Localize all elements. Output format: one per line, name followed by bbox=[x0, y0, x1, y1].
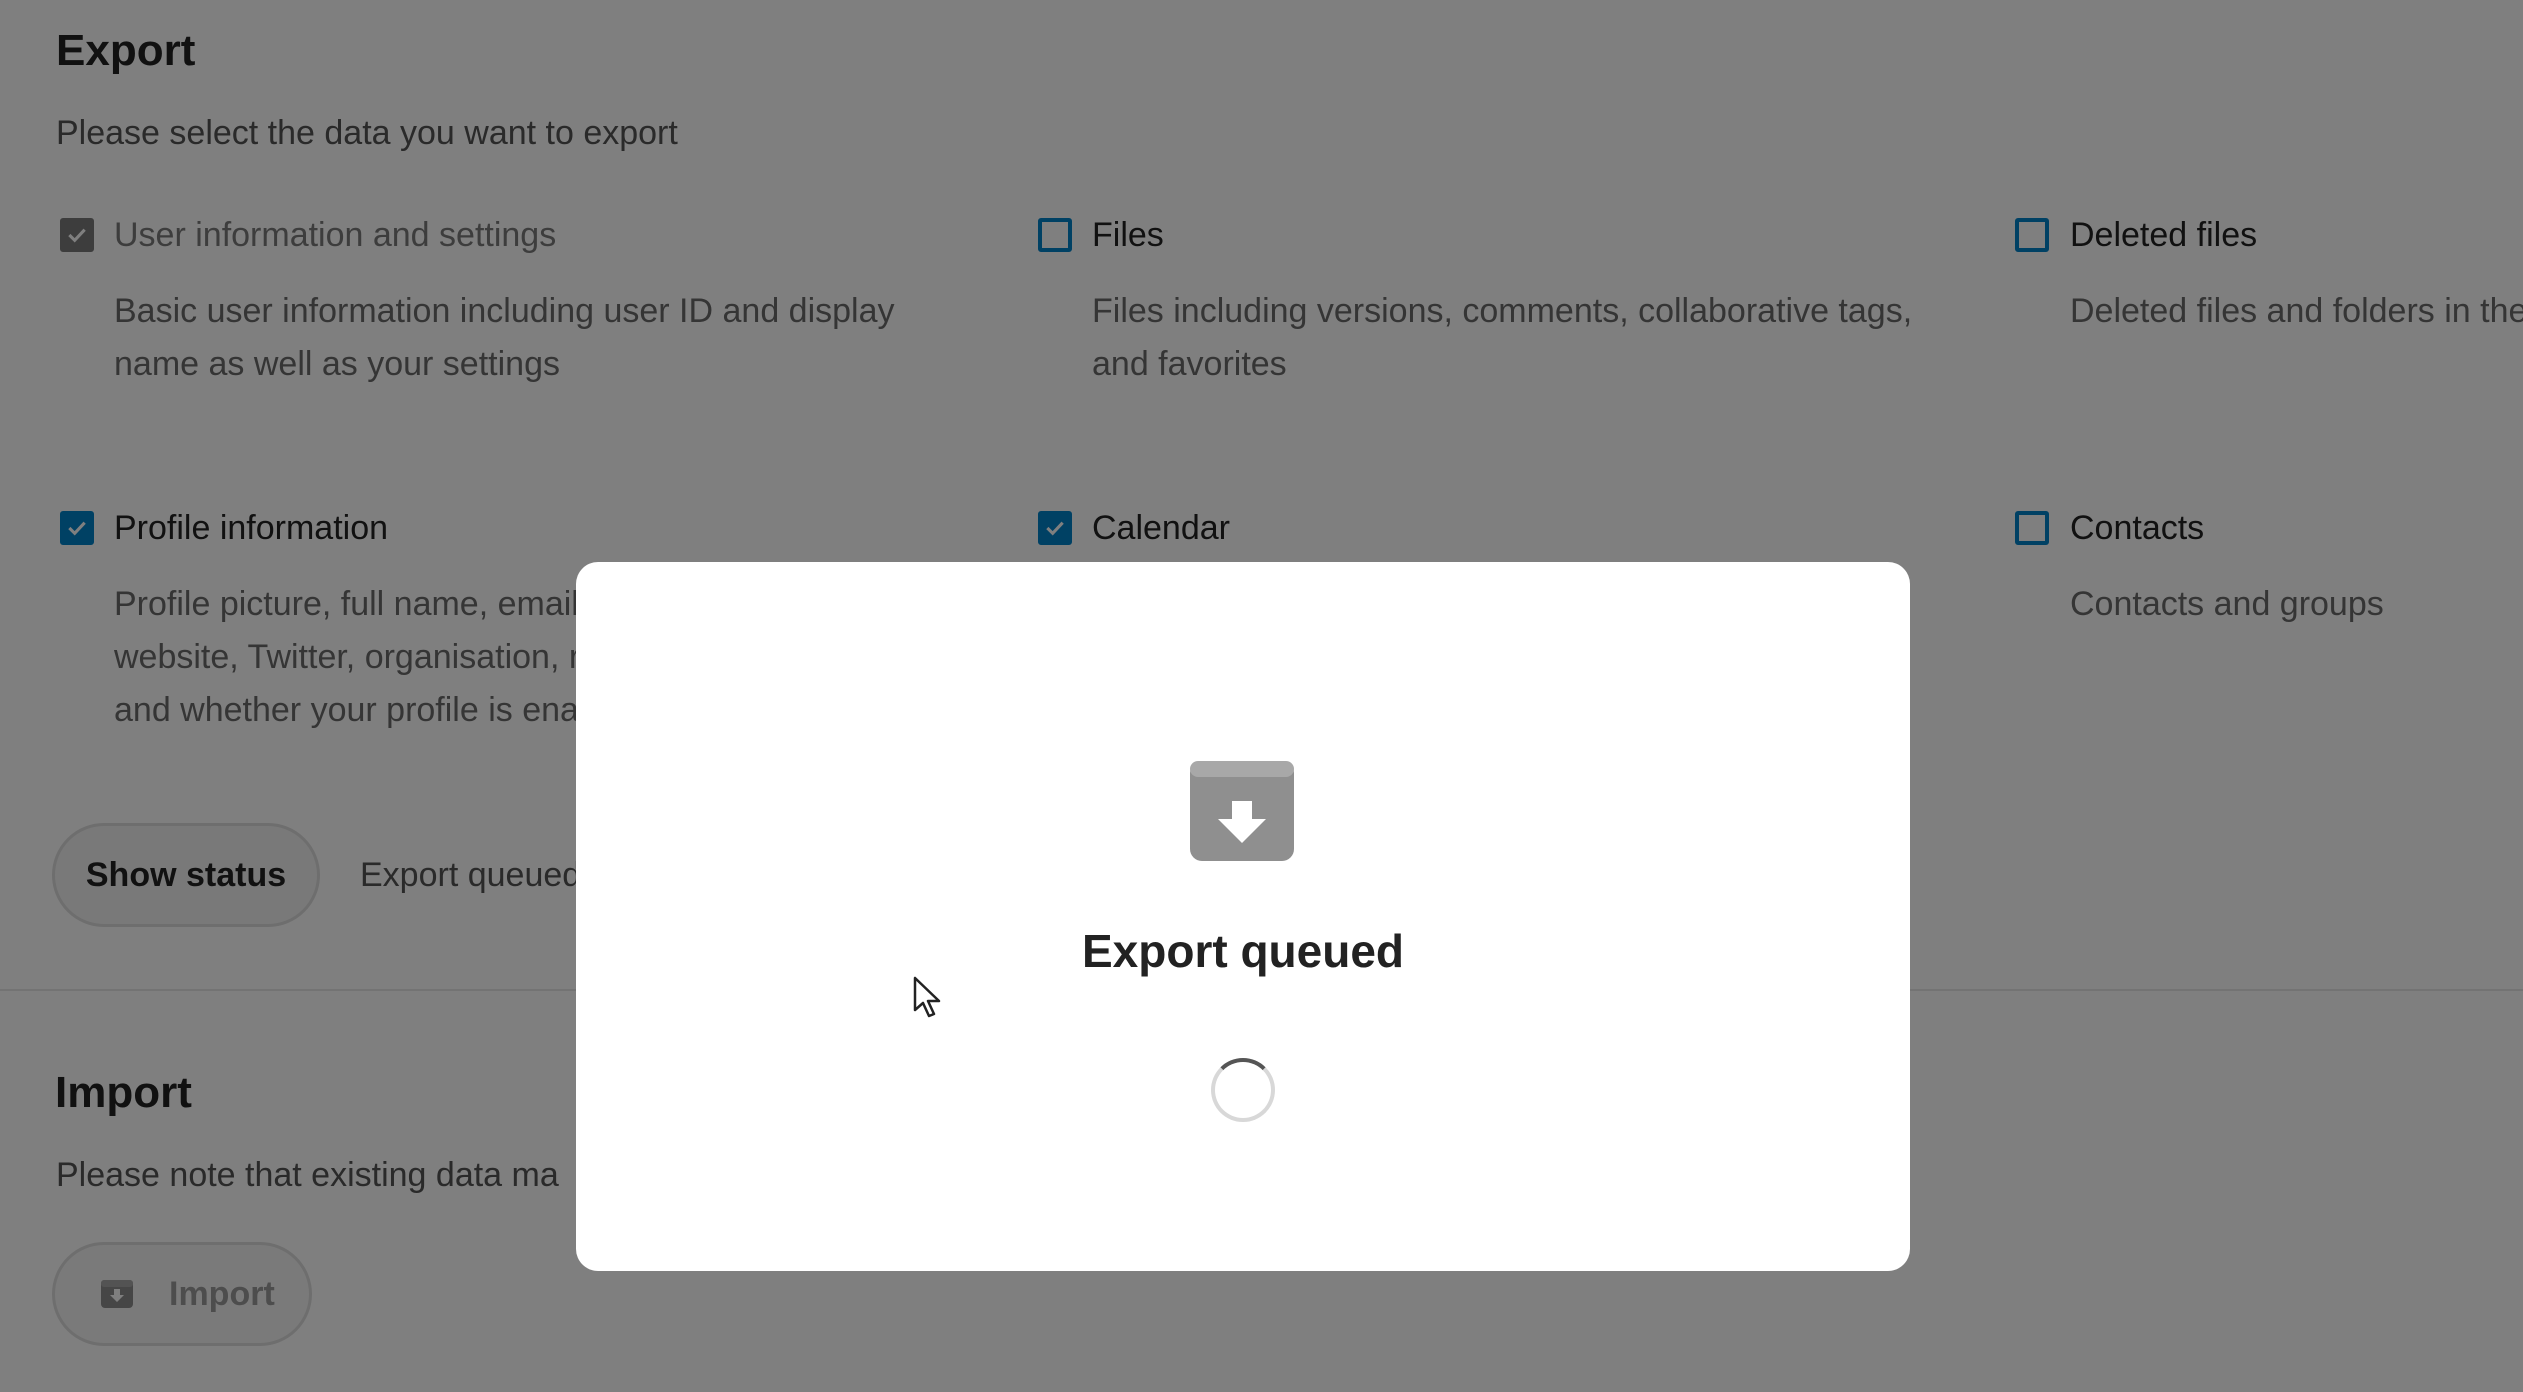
export-queued-dialog: Export queued bbox=[576, 562, 1910, 1271]
loading-spinner bbox=[1211, 1058, 1275, 1122]
archive-download-icon bbox=[1188, 757, 1296, 865]
dialog-title: Export queued bbox=[1081, 925, 1405, 977]
mouse-cursor-icon bbox=[913, 976, 943, 1020]
